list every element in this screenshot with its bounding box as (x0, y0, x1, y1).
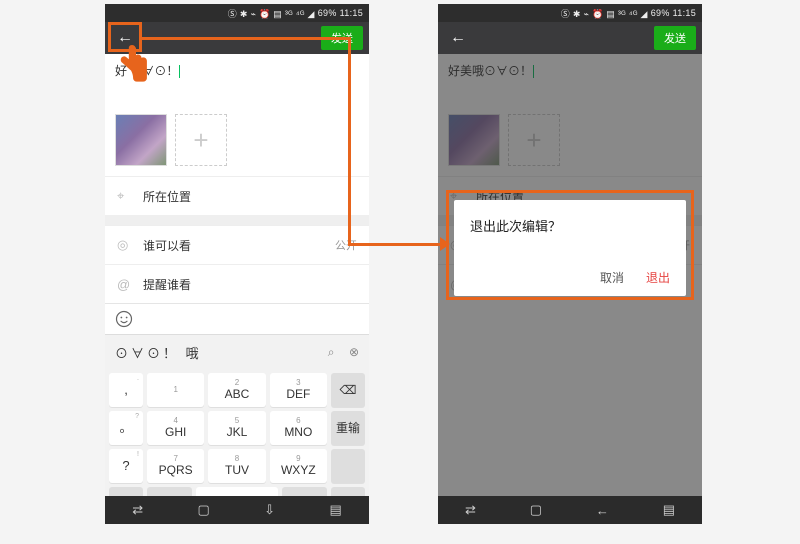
key-reinput[interactable]: 重输 (331, 411, 365, 445)
key-2-abc[interactable]: 2ABC (208, 373, 265, 407)
key-period[interactable]: ?。 (109, 411, 143, 445)
key-question[interactable]: !? (109, 449, 143, 483)
key-4-ghi[interactable]: 4GHI (147, 411, 204, 445)
dialog-exit-button[interactable]: 退出 (646, 269, 670, 286)
status-battery: 69% (318, 8, 337, 18)
android-nav-bar: ⇄ ▢ ⇩ ▤ (105, 496, 369, 524)
android-nav-bar: ⇄ ▢ ← ▤ (438, 496, 702, 524)
key-blank[interactable] (331, 449, 365, 483)
row-location-label: 所在位置 (143, 188, 357, 205)
mention-icon: @ (117, 277, 137, 292)
key-6-mno[interactable]: 6MNO (270, 411, 327, 445)
nav-down-icon[interactable]: ⇩ (264, 502, 275, 518)
row-location[interactable]: ⌖ 所在位置 (105, 176, 369, 215)
nav-home-icon[interactable]: ▢ (530, 502, 542, 518)
photo-thumbnail[interactable] (115, 114, 167, 166)
tap-pointer-icon (114, 42, 150, 82)
key-5-jkl[interactable]: 5JKL (208, 411, 265, 445)
close-icon[interactable]: ⊗ (349, 345, 359, 359)
nav-recent-icon[interactable]: ⇄ (465, 502, 476, 518)
nav-home-icon[interactable]: ▢ (197, 502, 209, 518)
row-mention-label: 提醒谁看 (143, 276, 357, 293)
back-button[interactable]: ← (444, 27, 472, 49)
location-pin-icon: ⌖ (117, 188, 137, 204)
nav-back-icon[interactable]: ← (596, 503, 609, 518)
add-photo-button[interactable]: + (175, 114, 227, 166)
suggestion-text[interactable]: ⊙∀⊙！ 哦 (115, 343, 202, 362)
key-1[interactable]: 1 (147, 373, 204, 407)
status-battery: 69% (651, 8, 670, 18)
row-visibility-label: 谁可以看 (143, 237, 335, 254)
status-icons: Ⓢ ✱ ⌁ ⏰ ▤ ³ᴳ ⁴ᴳ ◢ (228, 7, 315, 20)
emoji-bar[interactable] (105, 303, 369, 334)
status-bar: Ⓢ ✱ ⌁ ⏰ ▤ ³ᴳ ⁴ᴳ ◢ 69% 11:15 (438, 4, 702, 22)
status-time: 11:15 (340, 8, 363, 18)
search-icon[interactable]: ⌕ (328, 345, 335, 359)
exit-dialog: 退出此次编辑？ 取消 退出 (454, 200, 686, 296)
user-icon: ◎ (117, 237, 137, 253)
row-visibility[interactable]: ◎ 谁可以看 公开 (105, 225, 369, 264)
annotation-arrow (142, 37, 350, 40)
emoji-icon (115, 310, 133, 328)
suggestion-bar[interactable]: ⊙∀⊙！ 哦 ⌕ ⊗ (105, 334, 369, 369)
key-backspace[interactable]: ⌫ (331, 373, 365, 407)
dialog-message: 退出此次编辑？ (470, 216, 670, 235)
key-comma[interactable]: ., (109, 373, 143, 407)
annotation-arrow (348, 243, 444, 246)
key-9-wxyz[interactable]: 9WXYZ (270, 449, 327, 483)
annotation-arrowhead (440, 237, 450, 251)
annotation-arrow (348, 37, 351, 245)
nav-panel-icon[interactable]: ▤ (663, 502, 675, 518)
status-icons: Ⓢ ✱ ⌁ ⏰ ▤ ³ᴳ ⁴ᴳ ◢ (561, 7, 648, 20)
row-mention[interactable]: @ 提醒谁看 (105, 264, 369, 303)
key-7-pqrs[interactable]: 7PQRS (147, 449, 204, 483)
status-time: 11:15 (673, 8, 696, 18)
key-8-tuv[interactable]: 8TUV (208, 449, 265, 483)
phone-right: Ⓢ ✱ ⌁ ⏰ ▤ ³ᴳ ⁴ᴳ ◢ 69% 11:15 ← 发送 好美哦⊙∀⊙！… (438, 4, 702, 524)
send-button[interactable]: 发送 (654, 26, 696, 50)
title-bar: ← 发送 (438, 22, 702, 54)
photo-row: + (105, 110, 369, 176)
key-3-def[interactable]: 3DEF (270, 373, 327, 407)
status-bar: Ⓢ ✱ ⌁ ⏰ ▤ ³ᴳ ⁴ᴳ ◢ 69% 11:15 (105, 4, 369, 22)
dialog-cancel-button[interactable]: 取消 (600, 269, 624, 286)
nav-recent-icon[interactable]: ⇄ (132, 502, 143, 518)
nav-panel-icon[interactable]: ▤ (329, 502, 341, 518)
